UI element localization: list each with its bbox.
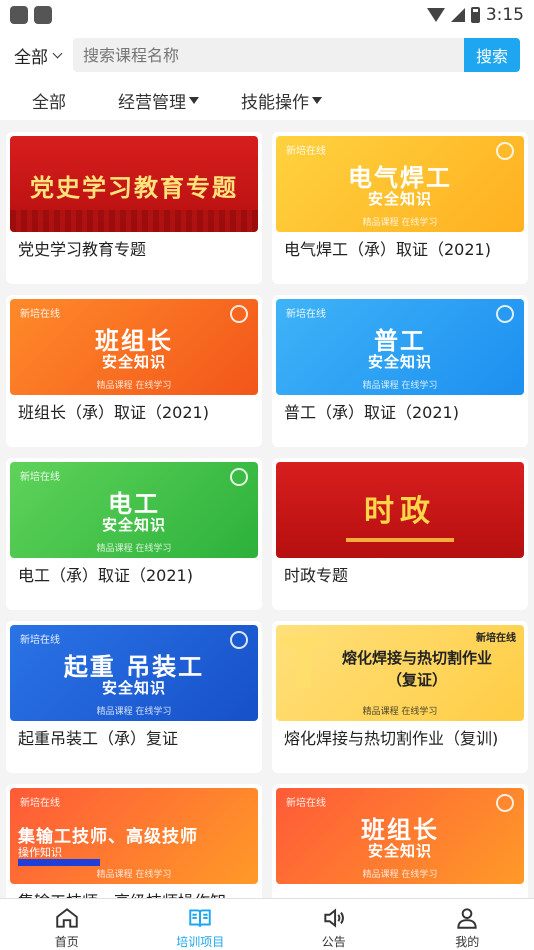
gate-decoration — [346, 538, 454, 552]
course-card[interactable]: 时政 时政专题 — [272, 458, 528, 610]
thumb-tag: 新培在线 — [20, 309, 60, 320]
thumb-subtitle: 安全知识 — [101, 353, 166, 371]
thumb-foot: 精品课程 在线学习 — [362, 218, 438, 228]
nav-profile-label: 我的 — [455, 935, 480, 949]
thumb-tag: 新培在线 — [20, 472, 60, 483]
course-card[interactable]: 新培在线 班组长 安全知识 精品课程 在线学习 班组长（承）取证（2021) — [6, 295, 262, 447]
course-thumbnail: 新培在线 电工 安全知识 精品课程 在线学习 — [10, 462, 258, 558]
nav-notice-label: 公告 — [321, 935, 346, 949]
course-title: 普工（承）取证（2021) — [284, 403, 459, 422]
course-thumbnail: 时政 — [276, 462, 524, 558]
filter-bar: 全部 经营管理 技能操作 — [0, 80, 534, 120]
thumb-tag: 新培在线 — [476, 633, 516, 644]
thumb-subtitle: 操作知识 — [18, 846, 62, 859]
nav-profile[interactable]: 我的 — [401, 899, 534, 950]
wifi-icon — [426, 8, 445, 22]
thumb-foot: 精品课程 在线学习 — [96, 381, 172, 391]
course-thumbnail: 新培在线 电气焊工 安全知识 精品课程 在线学习 — [276, 136, 524, 232]
course-thumbnail: 新培在线 集输工技师、高级技师 操作知识 精品课程 在线学习 — [10, 788, 258, 884]
user-icon — [457, 908, 477, 929]
nav-home-label: 首页 — [54, 935, 79, 949]
filter-all-label: 全部 — [32, 92, 66, 113]
scope-dropdown[interactable]: 全部 — [14, 43, 63, 68]
thumb-foot: 精品课程 在线学习 — [362, 381, 438, 391]
thumb-subtitle: 安全知识 — [367, 353, 432, 371]
course-thumbnail: 新培在线 班组长 安全知识 精品课程 在线学习 — [10, 299, 258, 395]
home-icon — [56, 908, 78, 928]
course-thumbnail: 新培在线 起重 吊装工 安全知识 精品课程 在线学习 — [10, 625, 258, 721]
thumb-tag: 新培在线 — [286, 146, 326, 157]
filter-business[interactable]: 经营管理 — [118, 88, 199, 113]
course-title: 党史学习教育专题 — [18, 240, 147, 259]
course-card[interactable]: 新培在线 电气焊工 安全知识 精品课程 在线学习 电气焊工（承）取证（2021) — [272, 132, 528, 284]
bottom-navigation: 首页 培训项目 公告 我的 — [0, 898, 534, 950]
status-time: 3:15 — [485, 5, 524, 25]
nav-home[interactable]: 首页 — [0, 899, 134, 950]
thumb-subtitle: 安全知识 — [101, 679, 166, 697]
book-icon — [189, 909, 211, 927]
course-card[interactable]: 新培在线 电工 安全知识 精品课程 在线学习 电工（承）取证（2021) — [6, 458, 262, 610]
filter-business-label: 经营管理 — [118, 92, 186, 113]
course-title: 电气焊工（承）取证（2021) — [284, 240, 491, 259]
thumb-tag: 新培在线 — [20, 798, 60, 809]
app-icon-1 — [10, 6, 28, 24]
thumb-foot: 精品课程 在线学习 — [362, 707, 438, 717]
course-title: 班组长（承）取证（2021) — [18, 403, 209, 422]
thumb-foot: 精品课程 在线学习 — [96, 870, 172, 880]
course-card[interactable]: 新培在线 起重 吊装工 安全知识 精品课程 在线学习 起重吊装工（承）复证 — [6, 621, 262, 773]
filter-skills-label: 技能操作 — [241, 92, 309, 113]
filter-all[interactable]: 全部 — [32, 88, 66, 113]
chevron-down-icon — [52, 48, 63, 58]
thumb-tag: 新培在线 — [286, 309, 326, 320]
thumb-foot: 精品课程 在线学习 — [362, 870, 438, 880]
thumb-subtitle: 安全知识 — [367, 190, 432, 208]
thumb-foot: 精品课程 在线学习 — [96, 544, 172, 554]
caret-down-icon — [189, 96, 199, 104]
thumb-tag: 新培在线 — [286, 798, 326, 809]
thumb-title: 党史学习教育专题 — [30, 174, 238, 202]
thumb-title: 熔化焊接与热切割作业 — [341, 649, 492, 667]
status-bar: 3:15 — [0, 0, 534, 30]
thumb-title: 时政 — [364, 494, 436, 529]
search-input[interactable] — [73, 38, 464, 72]
skyline-decoration — [10, 210, 258, 232]
course-title: 电工（承）取证（2021) — [18, 566, 193, 585]
caret-down-icon — [312, 96, 322, 104]
thumb-foot: 精品课程 在线学习 — [96, 707, 172, 717]
course-card[interactable]: T 新培在线 熔化焊接与热切割作业 （复证） 精品课程 在线学习 熔化焊接与热切… — [272, 621, 528, 773]
thumb-subtitle: （复证） — [386, 671, 447, 689]
course-thumbnail: 新培在线 班组长 安全知识 精品课程 在线学习 — [276, 788, 524, 884]
nav-training-label: 培训项目 — [176, 935, 225, 949]
filter-skills[interactable]: 技能操作 — [241, 88, 322, 113]
course-thumbnail: T 新培在线 熔化焊接与热切割作业 （复证） 精品课程 在线学习 — [276, 625, 524, 721]
speaker-icon — [324, 908, 344, 928]
thumb-tag: 新培在线 — [20, 635, 60, 646]
scope-label: 全部 — [14, 47, 48, 68]
signal-icon — [450, 8, 465, 22]
status-right: 3:15 — [426, 5, 524, 25]
nav-notice[interactable]: 公告 — [267, 899, 401, 950]
search-bar: 全部 搜索 — [0, 30, 534, 80]
course-card[interactable]: 党史学习教育专题 党史学习教育专题 — [6, 132, 262, 284]
app-icon-2 — [34, 6, 52, 24]
course-thumbnail: 新培在线 普工 安全知识 精品课程 在线学习 — [276, 299, 524, 395]
nav-training[interactable]: 培训项目 — [134, 899, 268, 950]
course-title: 时政专题 — [284, 566, 349, 585]
course-thumbnail: 党史学习教育专题 — [10, 136, 258, 232]
course-title: 起重吊装工（承）复证 — [18, 729, 179, 748]
course-title: 熔化焊接与热切割作业（复训) — [284, 729, 499, 748]
highlight-bar — [18, 859, 100, 866]
course-card[interactable]: 新培在线 普工 安全知识 精品课程 在线学习 普工（承）取证（2021) — [272, 295, 528, 447]
battery-icon — [470, 7, 480, 23]
search-button[interactable]: 搜索 — [464, 38, 520, 72]
thumb-subtitle: 安全知识 — [101, 516, 166, 534]
thumb-subtitle: 安全知识 — [367, 842, 432, 860]
